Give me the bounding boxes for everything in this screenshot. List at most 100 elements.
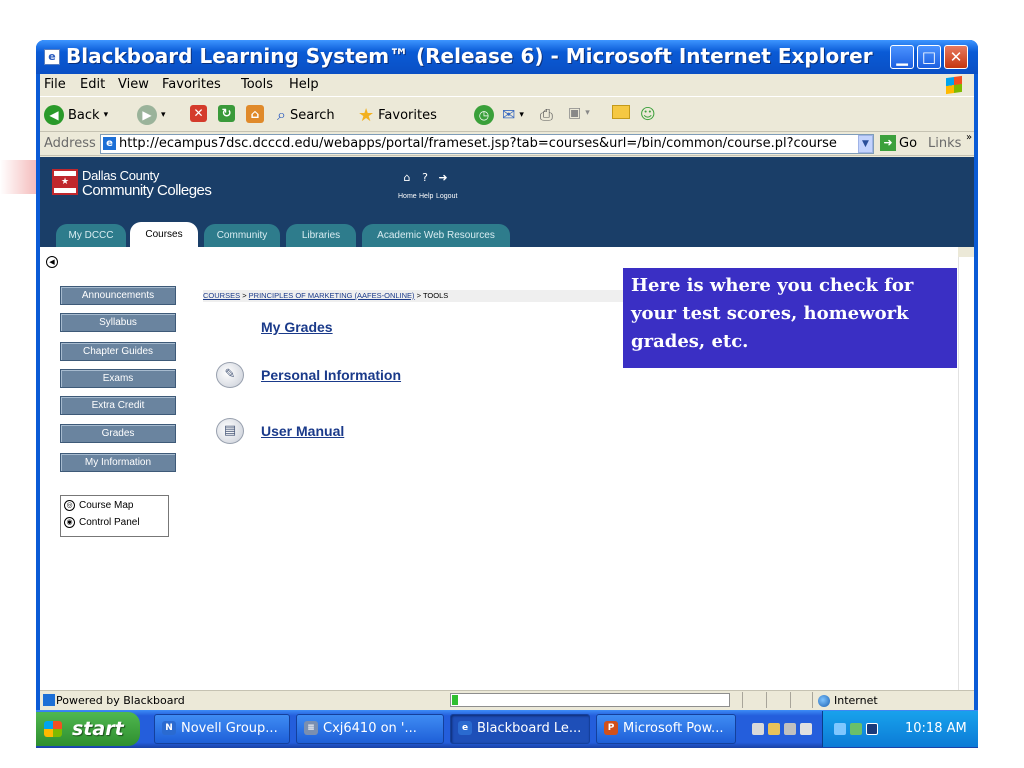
home-icon: ⌂ xyxy=(246,105,264,123)
go-button[interactable]: ➜ Go xyxy=(880,135,917,151)
nav-extra-credit[interactable]: Extra Credit xyxy=(60,396,176,415)
status-separator xyxy=(812,692,813,708)
history-icon: ◷ xyxy=(474,105,494,125)
zone-label: Internet xyxy=(834,694,878,707)
personal-information-link[interactable]: Personal Information xyxy=(261,367,401,383)
toolbar-overflow-icon[interactable]: » xyxy=(966,132,972,143)
globe-icon xyxy=(818,694,830,707)
antivirus-tray-icon[interactable] xyxy=(850,723,862,735)
help-link[interactable]: Help xyxy=(419,193,433,200)
folder-button[interactable] xyxy=(612,105,630,119)
collapse-menu-icon[interactable]: ◀ xyxy=(46,256,58,268)
edit-button[interactable]: ▣ ▾ xyxy=(568,105,590,121)
chat-tray-icon[interactable] xyxy=(768,723,780,735)
menu-tools[interactable]: Tools xyxy=(241,77,273,92)
back-arrow-icon: ◀ xyxy=(44,105,64,125)
usb-tray-icon[interactable] xyxy=(800,723,812,735)
logo-line-1: Dallas County xyxy=(82,168,160,183)
home-link-icon[interactable]: ⌂ xyxy=(401,172,413,184)
logout-link-icon[interactable]: ➜ xyxy=(437,172,449,184)
display-tray-icon[interactable] xyxy=(784,723,796,735)
clock: 10:18 AM xyxy=(905,721,967,736)
search-icon: ⌕ xyxy=(277,105,286,124)
ie-page-icon: e xyxy=(44,49,60,65)
nav-my-information[interactable]: My Information xyxy=(60,453,176,472)
minimize-button[interactable]: ▁ xyxy=(890,45,914,69)
search-button[interactable]: ⌕ Search xyxy=(277,105,335,125)
menu-file[interactable]: File xyxy=(44,77,66,92)
refresh-button[interactable]: ↻ xyxy=(218,105,235,122)
my-grades-link[interactable]: My Grades xyxy=(261,319,333,335)
forward-dropdown-icon: ▾ xyxy=(161,110,166,120)
address-label: Address xyxy=(44,136,96,151)
back-dropdown-icon: ▾ xyxy=(103,110,109,120)
maximize-button[interactable]: □ xyxy=(917,45,941,69)
favorites-button[interactable]: ★ Favorites xyxy=(358,105,437,126)
logo-line-2: Community Colleges xyxy=(82,182,212,199)
back-button[interactable]: ◀ Back ▾ xyxy=(44,105,108,125)
nav-chapter-guides[interactable]: Chapter Guides xyxy=(60,342,176,361)
nav-grades[interactable]: Grades xyxy=(60,424,176,443)
home-link[interactable]: Home xyxy=(398,193,417,200)
print-button[interactable]: ⎙ xyxy=(540,105,553,125)
tab-community[interactable]: Community xyxy=(204,224,280,247)
help-link-icon[interactable]: ? xyxy=(419,172,431,184)
mail-button[interactable]: ✉ ▾ xyxy=(502,105,524,124)
favorites-label: Favorites xyxy=(378,108,437,123)
close-button[interactable]: ✕ xyxy=(944,45,968,69)
windows-flag-icon xyxy=(946,75,962,95)
breadcrumb: COURSES > PRINCIPLES OF MARKETING (AAFES… xyxy=(203,290,623,302)
nav-syllabus[interactable]: Syllabus xyxy=(60,313,176,332)
breadcrumb-course[interactable]: PRINCIPLES OF MARKETING (AAFES-ONLINE) xyxy=(249,291,415,300)
tab-academic-web-resources[interactable]: Academic Web Resources xyxy=(362,224,510,247)
back-label: Back xyxy=(68,107,100,123)
nav-exams[interactable]: Exams xyxy=(60,369,176,388)
links-toolbar[interactable]: Links xyxy=(928,136,961,151)
status-separator xyxy=(742,692,743,708)
menu-help[interactable]: Help xyxy=(289,77,319,92)
task-cxj6410[interactable]: Cxj6410 on '... xyxy=(296,714,444,744)
course-map-label: Course Map xyxy=(79,500,134,511)
logout-link[interactable]: Logout xyxy=(436,193,457,200)
breadcrumb-courses[interactable]: COURSES xyxy=(203,291,240,300)
messenger-button[interactable]: ☺ xyxy=(640,105,656,123)
forward-arrow-icon: ▶ xyxy=(137,105,157,125)
home-button[interactable]: ⌂ xyxy=(246,105,264,123)
status-separator xyxy=(766,692,767,708)
content-scroll-gutter xyxy=(958,257,974,690)
breadcrumb-separator: > xyxy=(242,291,247,300)
go-arrow-icon: ➜ xyxy=(880,135,896,151)
pen-tray-icon[interactable] xyxy=(752,723,764,735)
menu-favorites[interactable]: Favorites xyxy=(162,77,221,92)
address-input[interactable]: http://ecampus7dsc.dcccd.edu/webapps/por… xyxy=(100,134,874,154)
control-panel-icon: ◉ xyxy=(64,517,75,528)
menu-edit[interactable]: Edit xyxy=(80,77,105,92)
status-separator xyxy=(790,692,791,708)
menu-view[interactable]: View xyxy=(118,77,149,92)
edit-page-icon: ▣ xyxy=(568,105,582,121)
nav-announcements[interactable]: Announcements xyxy=(60,286,176,305)
personal-information-icon[interactable]: ✎ xyxy=(216,362,244,388)
breadcrumb-current: > TOOLS xyxy=(416,291,449,300)
network-tray-icon[interactable] xyxy=(834,723,846,735)
tab-courses[interactable]: Courses xyxy=(130,222,198,247)
tab-my-dccc[interactable]: My DCCC xyxy=(56,224,126,247)
messenger-icon: ☺ xyxy=(640,105,656,123)
user-manual-link[interactable]: User Manual xyxy=(261,423,344,439)
edit-dropdown-icon: ▾ xyxy=(585,108,590,118)
go-label: Go xyxy=(899,135,918,151)
monitor-tray-icon[interactable] xyxy=(866,723,878,735)
window-title: Blackboard Learning System™ (Release 6) … xyxy=(66,44,873,68)
user-manual-icon[interactable]: ▤ xyxy=(216,418,244,444)
stop-button[interactable]: ✕ xyxy=(190,105,207,122)
course-map-link[interactable]: ◎ Course Map xyxy=(64,500,133,511)
tab-libraries[interactable]: Libraries xyxy=(286,224,356,247)
address-dropdown-icon[interactable]: ▼ xyxy=(858,135,873,153)
progress-bar xyxy=(450,693,730,707)
refresh-icon: ↻ xyxy=(218,105,235,122)
history-button[interactable]: ◷ xyxy=(474,105,494,125)
control-panel-link[interactable]: ◉ Control Panel xyxy=(64,517,140,528)
forward-button[interactable]: ▶ ▾ xyxy=(137,105,166,125)
dccc-logo-star-icon: ★ xyxy=(52,176,78,188)
powerpoint-icon: P xyxy=(604,721,618,735)
